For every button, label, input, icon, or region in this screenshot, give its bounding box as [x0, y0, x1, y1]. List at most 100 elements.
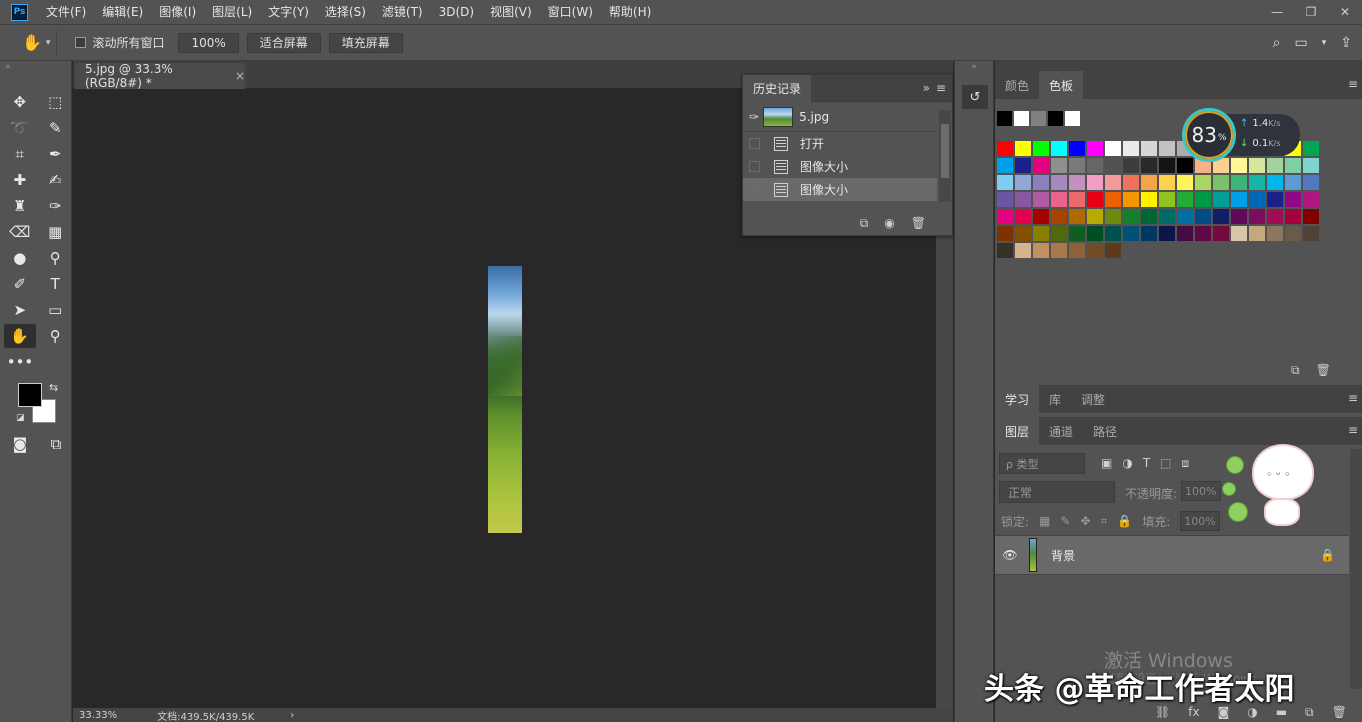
eye-icon[interactable]: 👁	[995, 548, 1025, 562]
cpu-usage-gauge[interactable]: 83%	[1182, 108, 1236, 162]
swatch[interactable]	[1087, 158, 1103, 173]
swatch[interactable]	[1105, 243, 1121, 258]
swatch[interactable]	[1051, 243, 1067, 258]
trash-icon[interactable]: 🗑	[1316, 363, 1331, 378]
history-tab[interactable]: 历史记录	[743, 74, 812, 102]
eraser-tool-icon[interactable]: ⌫	[4, 220, 36, 244]
swatch[interactable]	[1051, 209, 1067, 224]
panel-menu-icon[interactable]: ≡	[936, 81, 946, 95]
default-colors-icon[interactable]: ◪	[16, 413, 25, 423]
swatch[interactable]	[1015, 243, 1031, 258]
recent-swatch[interactable]	[1065, 111, 1080, 126]
swatch[interactable]	[1069, 158, 1085, 173]
menu-3d[interactable]: 3D(D)	[431, 0, 482, 24]
swatch[interactable]	[1213, 192, 1229, 207]
swatch[interactable]	[1141, 192, 1157, 207]
search-icon[interactable]: ⌕	[1273, 35, 1281, 51]
swatch[interactable]	[1051, 175, 1067, 190]
layer-name[interactable]: 背景	[1051, 547, 1075, 564]
swatch[interactable]	[997, 192, 1013, 207]
smart-object-filter-icon[interactable]: ⧈	[1182, 456, 1190, 471]
swatch[interactable]	[1177, 226, 1193, 241]
recent-swatch[interactable]	[1031, 111, 1046, 126]
swatch[interactable]	[1123, 209, 1139, 224]
rectangle-tool-icon[interactable]: ▭	[40, 298, 72, 322]
swatch[interactable]	[1069, 175, 1085, 190]
new-document-from-state-icon[interactable]: ⧉	[860, 216, 869, 231]
history-snapshot[interactable]: ✑ 5.jpg	[743, 102, 937, 132]
swatch[interactable]	[1303, 158, 1319, 173]
swatch[interactable]	[1177, 209, 1193, 224]
status-arrow-icon[interactable]: ›	[290, 710, 294, 721]
tab-swatches[interactable]: 色板	[1039, 71, 1084, 99]
swatch[interactable]	[1159, 209, 1175, 224]
swatch[interactable]	[1141, 158, 1157, 173]
swatch[interactable]	[1213, 226, 1229, 241]
swatch[interactable]	[997, 141, 1013, 156]
swatch[interactable]	[1213, 209, 1229, 224]
swatch[interactable]	[1015, 192, 1031, 207]
recent-swatch[interactable]	[1014, 111, 1029, 126]
tab-libraries[interactable]: 库	[1039, 385, 1071, 413]
swatch[interactable]	[997, 175, 1013, 190]
lock-transparent-icon[interactable]: ▦	[1039, 514, 1050, 528]
swatch[interactable]	[1267, 226, 1283, 241]
menu-layer[interactable]: 图层(L)	[204, 0, 260, 24]
history-scrollbar[interactable]	[939, 110, 951, 202]
expand-panel-icon[interactable]: »	[923, 81, 930, 95]
swatch[interactable]	[1303, 141, 1319, 156]
new-layer-icon[interactable]: ⧉	[1305, 705, 1314, 720]
menu-filter[interactable]: 滤镜(T)	[374, 0, 431, 24]
brush-tool-icon[interactable]: ✍	[40, 168, 72, 192]
swatch[interactable]	[1123, 226, 1139, 241]
swatch[interactable]	[1159, 158, 1175, 173]
swatch[interactable]	[1033, 158, 1049, 173]
swatch[interactable]	[1303, 209, 1319, 224]
swatch[interactable]	[1015, 226, 1031, 241]
history-item[interactable]: 图像大小	[743, 155, 937, 178]
document-image[interactable]	[488, 266, 522, 533]
swatch[interactable]	[1105, 158, 1121, 173]
swatch[interactable]	[1159, 192, 1175, 207]
swatch[interactable]	[1267, 175, 1283, 190]
swatch[interactable]	[1195, 175, 1211, 190]
share-icon[interactable]: ⇪	[1340, 35, 1352, 51]
opacity-input[interactable]: 100%	[1181, 481, 1221, 501]
blend-mode-select[interactable]: 正常	[999, 481, 1115, 503]
swatch[interactable]	[1123, 141, 1139, 156]
layers-scrollbar[interactable]	[1350, 449, 1362, 689]
eyedropper-tool-icon[interactable]: ✒	[40, 142, 72, 166]
close-icon[interactable]: ×	[235, 69, 245, 83]
swatch[interactable]	[1069, 141, 1085, 156]
menu-file[interactable]: 文件(F)	[38, 0, 94, 24]
swatch[interactable]	[1303, 192, 1319, 207]
adjustment-filter-icon[interactable]: ◑	[1122, 456, 1132, 471]
quick-select-tool-icon[interactable]: ✎	[40, 116, 72, 140]
new-swatch-icon[interactable]: ⧉	[1291, 363, 1300, 378]
swatch[interactable]	[1033, 141, 1049, 156]
gradient-tool-icon[interactable]: ▦	[40, 220, 72, 244]
panel-menu-icon[interactable]: ≡	[1348, 77, 1358, 91]
recent-swatch[interactable]	[1048, 111, 1063, 126]
restore-button[interactable]: ❐	[1294, 0, 1328, 24]
expand-panels-icon[interactable]: »	[955, 61, 993, 75]
swatch[interactable]	[1087, 209, 1103, 224]
marquee-tool-icon[interactable]: ⬚	[40, 90, 72, 114]
menu-select[interactable]: 选择(S)	[317, 0, 374, 24]
dodge-tool-icon[interactable]: ⚲	[40, 246, 72, 270]
swatch[interactable]	[1267, 209, 1283, 224]
swatch[interactable]	[1033, 175, 1049, 190]
blur-tool-icon[interactable]: ●	[4, 246, 36, 270]
swatch[interactable]	[1069, 192, 1085, 207]
swatch[interactable]	[1177, 192, 1193, 207]
swatch[interactable]	[1069, 243, 1085, 258]
swatch[interactable]	[1285, 175, 1301, 190]
swatch[interactable]	[1141, 209, 1157, 224]
document-tab[interactable]: 5.jpg @ 33.3%(RGB/8#) * ×	[75, 62, 245, 90]
hand-tool-icon[interactable]: ✋	[4, 324, 36, 348]
swatch[interactable]	[1069, 209, 1085, 224]
history-brush-source-icon[interactable]: ✑	[749, 110, 759, 124]
chevron-down-icon[interactable]: ▾	[1322, 38, 1327, 48]
swatch[interactable]	[997, 226, 1013, 241]
panel-menu-icon[interactable]: ≡	[1348, 391, 1358, 405]
